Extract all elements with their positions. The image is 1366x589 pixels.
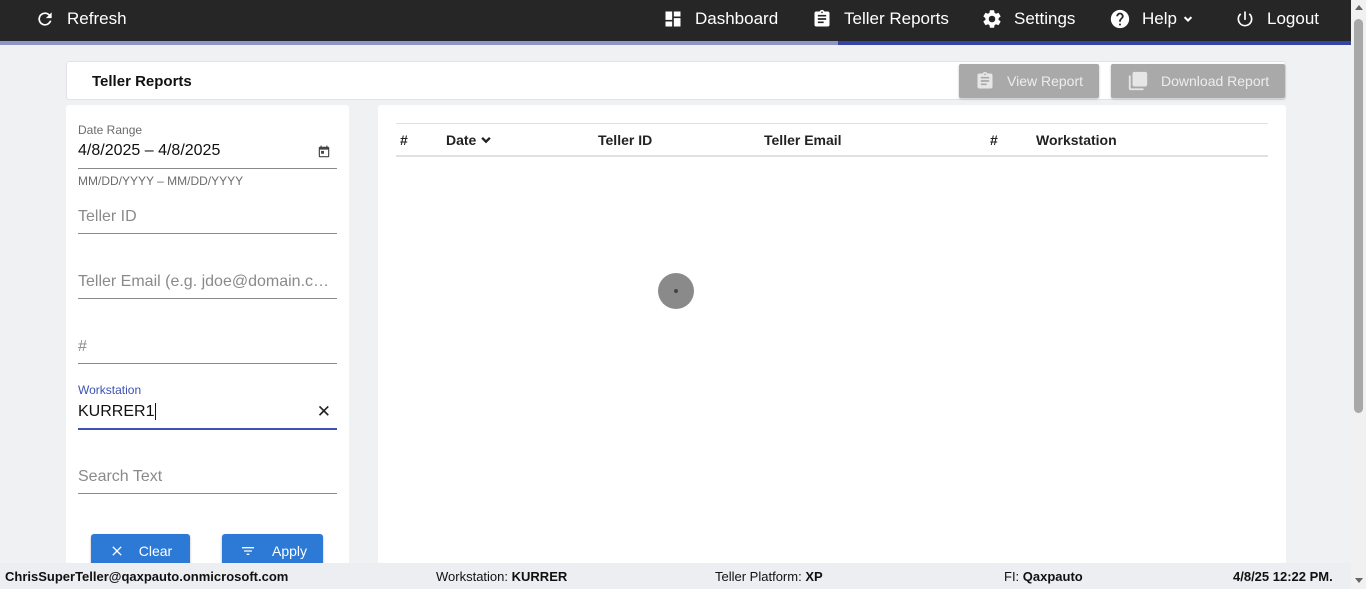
workstation-input[interactable]: KURRER1 xyxy=(78,403,337,421)
teller-email-underline xyxy=(78,298,337,299)
column-header-teller-email[interactable]: Teller Email xyxy=(764,132,842,148)
nav-dashboard-label: Dashboard xyxy=(695,9,779,28)
clipboard-icon xyxy=(811,8,833,30)
date-range-field[interactable]: Date Range 4/8/2025 – 4/8/2025 MM/DD/YYY… xyxy=(78,123,337,193)
dashboard-icon xyxy=(662,8,684,30)
page-title: Teller Reports xyxy=(92,73,192,90)
download-report-label: Download Report xyxy=(1161,73,1270,89)
table-header: # Date Teller ID Teller Email # Workstat… xyxy=(396,123,1268,157)
chevron-down-icon xyxy=(1181,12,1195,26)
date-range-value[interactable]: 4/8/2025 – 4/8/2025 xyxy=(78,142,337,160)
nav-logout[interactable]: Logout xyxy=(1234,0,1319,38)
nav-settings-label: Settings xyxy=(1014,9,1076,28)
pdf-icon xyxy=(1128,71,1148,91)
number-field[interactable]: # xyxy=(78,338,337,364)
status-bar: ChrisSuperTeller@qaxpauto.onmicrosoft.co… xyxy=(0,563,1351,589)
search-text-input[interactable]: Search Text xyxy=(78,468,330,486)
status-datetime: 4/8/25 12:22 PM. xyxy=(1233,569,1333,584)
top-nav-bar: Refresh Dashboard Teller Reports Setting… xyxy=(0,0,1351,41)
close-icon xyxy=(112,546,122,556)
scroll-thumb[interactable] xyxy=(1354,19,1363,413)
refresh-button[interactable]: Refresh xyxy=(34,0,127,38)
loading-spinner xyxy=(658,273,694,309)
nav-help[interactable]: Help xyxy=(1109,0,1195,38)
status-fi: FI: Qaxpauto xyxy=(1004,569,1083,584)
status-platform: Teller Platform: XP xyxy=(715,569,823,584)
power-icon xyxy=(1234,8,1256,30)
apply-label: Apply xyxy=(271,543,308,559)
date-range-underline xyxy=(78,168,337,169)
date-range-hint: MM/DD/YYYY – MM/DD/YYYY xyxy=(78,174,244,188)
scroll-up-arrow[interactable] xyxy=(1355,5,1363,10)
teller-id-underline xyxy=(78,233,337,234)
view-report-button[interactable]: View Report xyxy=(959,64,1099,98)
status-user: ChrisSuperTeller@qaxpauto.onmicrosoft.co… xyxy=(5,569,289,584)
column-header-number-2[interactable]: # xyxy=(990,132,998,148)
download-report-button[interactable]: Download Report xyxy=(1111,64,1285,98)
nav-dashboard[interactable]: Dashboard xyxy=(662,0,778,38)
nav-teller-reports-label: Teller Reports xyxy=(844,9,949,28)
workstation-underline xyxy=(78,428,337,430)
number-underline xyxy=(78,363,337,364)
status-workstation: Workstation: KURRER xyxy=(436,569,568,584)
clipboard-icon xyxy=(977,71,993,89)
page-header: Teller Reports View Report Download Repo… xyxy=(66,61,1286,100)
refresh-icon xyxy=(34,8,56,30)
search-text-underline xyxy=(78,493,337,494)
refresh-label: Refresh xyxy=(67,9,127,28)
workstation-field[interactable]: Workstation KURRER1 ✕ xyxy=(78,383,337,431)
teller-email-field[interactable]: Teller Email (e.g. jdoe@domain.com) xyxy=(78,273,337,299)
column-header-teller-id[interactable]: Teller ID xyxy=(598,132,652,148)
date-range-label: Date Range xyxy=(78,123,143,137)
clear-workstation-icon[interactable]: ✕ xyxy=(317,402,331,422)
column-header-date[interactable]: Date xyxy=(446,132,494,148)
scroll-down-arrow[interactable] xyxy=(1355,578,1363,583)
view-report-label: View Report xyxy=(1007,73,1084,89)
gear-icon xyxy=(981,8,1003,30)
nav-accent-bar xyxy=(0,41,1351,45)
teller-email-input[interactable]: Teller Email (e.g. jdoe@domain.com) xyxy=(78,273,330,291)
help-icon xyxy=(1109,8,1131,30)
calendar-icon[interactable] xyxy=(317,145,331,164)
sort-descending-icon xyxy=(481,137,492,144)
nav-settings[interactable]: Settings xyxy=(981,0,1075,38)
teller-id-input[interactable]: Teller ID xyxy=(78,208,330,226)
search-text-field[interactable]: Search Text xyxy=(78,468,337,494)
filter-panel: Date Range 4/8/2025 – 4/8/2025 MM/DD/YYY… xyxy=(66,105,349,575)
page-scrollbar[interactable] xyxy=(1351,0,1366,589)
results-panel: # Date Teller ID Teller Email # Workstat… xyxy=(378,105,1286,575)
nav-logout-label: Logout xyxy=(1267,9,1319,28)
teller-id-field[interactable]: Teller ID xyxy=(78,208,337,234)
column-header-workstation[interactable]: Workstation xyxy=(1036,132,1117,148)
clear-label: Clear xyxy=(138,543,173,559)
filter-icon xyxy=(241,547,254,555)
nav-teller-reports[interactable]: Teller Reports xyxy=(811,0,949,38)
number-input[interactable]: # xyxy=(78,338,330,356)
workstation-label: Workstation xyxy=(78,383,142,397)
column-header-number[interactable]: # xyxy=(400,132,408,148)
nav-help-label: Help xyxy=(1142,9,1177,28)
active-tab-indicator xyxy=(838,41,1351,45)
